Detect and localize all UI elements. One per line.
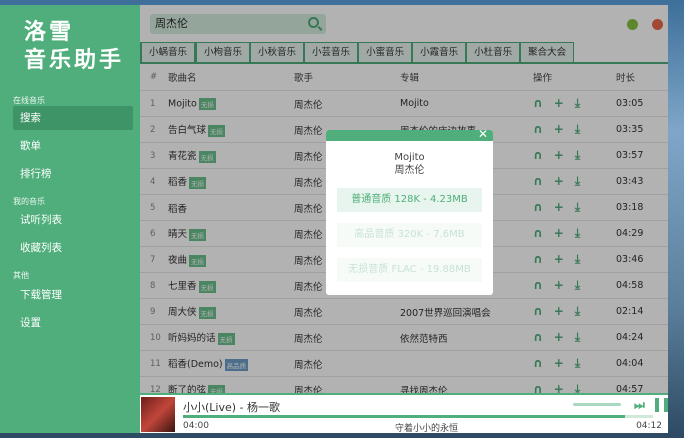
dialog-header: ✕ xyxy=(326,130,493,141)
player-bar: 小小(Live) - 杨一歌 ⏭ 04:00 守着小小的永恒 04:12 xyxy=(140,393,668,433)
quality-dialog: ✕ Mojito 周杰伦 普通音质 128K - 4.23MB 高品音质 320K… xyxy=(326,130,493,295)
section-online: 在线音乐 xyxy=(13,96,45,105)
logo-line2: 音乐助手 xyxy=(24,48,125,73)
sidebar-item-downloads[interactable]: 下载管理 xyxy=(13,283,133,307)
sidebar: 洛雪 音乐助手 在线音乐 搜索 歌单 排行榜 我的音乐 试听列表 收藏列表 其他 … xyxy=(0,5,140,433)
volume-slider[interactable] xyxy=(573,403,621,406)
quality-option-lossless: 无损音质 FLAC - 19.88MB xyxy=(337,258,482,282)
section-mine: 我的音乐 xyxy=(13,197,45,206)
quality-option-high: 高品音质 320K - 7.6MB xyxy=(337,223,482,247)
total-time: 04:12 xyxy=(636,421,662,431)
sidebar-item-playlists[interactable]: 歌单 xyxy=(13,134,133,158)
sidebar-item-trial-list[interactable]: 试听列表 xyxy=(13,208,133,232)
dialog-artist: 周杰伦 xyxy=(394,165,425,176)
current-time: 04:00 xyxy=(183,421,209,431)
close-icon[interactable]: ✕ xyxy=(478,130,488,141)
sidebar-item-search[interactable]: 搜索 xyxy=(13,106,133,130)
now-playing-title: 小小(Live) - 杨一歌 xyxy=(183,401,281,414)
album-cover xyxy=(141,397,175,432)
dialog-song-title: Mojito xyxy=(394,152,425,163)
pause-icon[interactable] xyxy=(655,398,668,412)
sidebar-item-favorites[interactable]: 收藏列表 xyxy=(13,236,133,260)
sidebar-item-charts[interactable]: 排行榜 xyxy=(13,162,133,186)
next-icon[interactable]: ⏭ xyxy=(634,398,645,413)
progress-bar[interactable] xyxy=(183,415,653,418)
logo-line1: 洛雪 xyxy=(24,20,75,45)
quality-option-standard[interactable]: 普通音质 128K - 4.23MB xyxy=(337,188,482,212)
section-other: 其他 xyxy=(13,271,29,280)
logo: 洛雪 音乐助手 xyxy=(24,19,124,75)
sidebar-item-settings[interactable]: 设置 xyxy=(13,311,133,335)
lyric-line: 守着小小的永恒 xyxy=(395,424,459,433)
